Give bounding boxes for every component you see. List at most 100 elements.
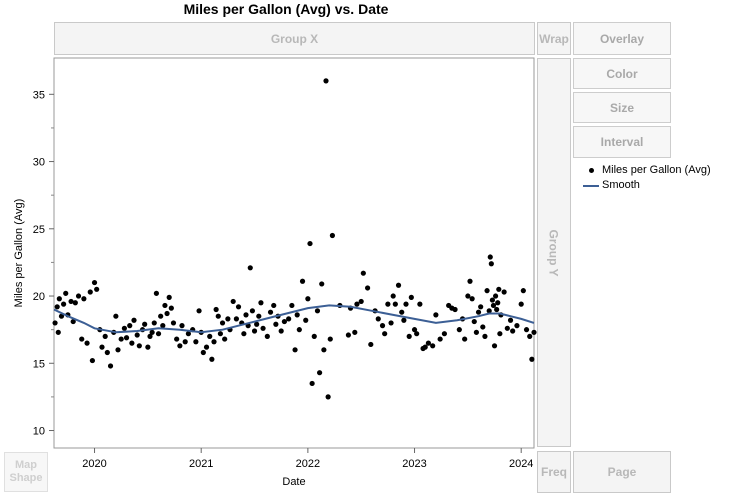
data-point[interactable] [475,309,482,315]
data-point[interactable] [408,294,414,300]
data-point[interactable] [487,254,493,260]
data-point[interactable] [296,327,302,333]
data-point[interactable] [471,318,477,325]
data-point[interactable] [54,304,60,310]
data-point[interactable] [235,304,242,310]
data-point[interactable] [317,370,323,376]
data-point[interactable] [473,329,479,335]
data-point[interactable] [523,327,530,333]
data-point[interactable] [327,336,333,342]
data-point[interactable] [196,308,202,314]
data-point[interactable] [365,285,371,291]
data-point[interactable] [149,329,155,335]
data-point[interactable] [63,290,69,296]
data-point[interactable] [251,328,258,334]
data-point[interactable] [437,336,443,342]
data-point[interactable] [164,310,170,317]
data-point[interactable] [123,335,130,341]
data-point[interactable] [151,320,157,326]
data-point[interactable] [484,288,490,294]
data-point[interactable] [230,298,236,305]
data-point[interactable] [375,316,381,322]
data-point[interactable] [478,304,484,310]
data-point[interactable] [507,317,514,323]
data-point[interactable] [179,323,185,329]
data-point[interactable] [399,309,405,315]
data-point[interactable] [200,349,206,356]
data-point[interactable] [104,349,110,356]
data-point[interactable] [345,332,351,338]
data-point[interactable] [129,340,135,346]
data-point[interactable] [136,343,142,349]
data-point[interactable] [278,328,284,334]
data-point[interactable] [289,302,295,309]
data-point[interactable] [241,331,247,337]
data-point[interactable] [127,323,133,329]
data-point[interactable] [211,339,217,345]
data-point[interactable] [395,282,402,288]
data-point[interactable] [155,331,162,337]
data-point[interactable] [91,279,98,286]
data-point[interactable] [495,300,501,306]
data-point[interactable] [325,394,331,400]
data-point[interactable] [452,306,458,313]
data-point[interactable] [258,300,264,306]
data-point[interactable] [134,332,140,338]
data-point[interactable] [520,288,526,294]
data-point[interactable] [462,336,468,342]
data-point[interactable] [504,325,510,331]
data-point[interactable] [168,305,174,311]
data-point[interactable] [99,344,105,350]
data-point[interactable] [401,317,407,323]
data-point[interactable] [501,289,507,295]
data-point[interactable] [441,331,447,337]
data-point[interactable] [496,286,502,292]
data-point[interactable] [299,278,306,284]
data-point[interactable] [510,328,516,334]
data-point[interactable] [166,294,172,300]
data-point[interactable] [382,331,388,337]
data-point[interactable] [94,286,100,292]
data-point[interactable] [480,324,486,330]
data-point[interactable] [207,333,213,339]
data-point[interactable] [61,301,67,307]
data-point[interactable] [488,261,494,267]
data-point[interactable] [243,312,249,318]
data-point[interactable] [56,296,62,302]
data-point[interactable] [219,320,226,326]
data-point[interactable] [307,240,313,247]
data-point[interactable] [303,317,309,323]
data-point[interactable] [305,296,311,302]
data-point[interactable] [529,356,535,362]
data-point[interactable] [403,301,409,307]
data-point[interactable] [294,312,300,318]
data-point[interactable] [319,281,325,287]
data-point[interactable] [286,316,292,322]
data-point[interactable] [131,317,137,323]
data-point[interactable] [115,347,121,353]
data-point[interactable] [433,312,439,318]
data-point[interactable] [222,336,228,342]
data-point[interactable] [121,325,127,331]
data-point[interactable] [145,344,151,350]
data-point[interactable] [329,232,335,239]
plot-frame[interactable] [53,57,535,449]
data-point[interactable] [292,347,298,353]
data-point[interactable] [107,363,114,369]
data-point[interactable] [162,302,168,309]
data-point[interactable] [193,339,199,345]
data-point[interactable] [153,290,159,296]
data-point[interactable] [273,321,279,327]
data-point[interactable] [422,344,428,350]
data-point[interactable] [271,302,277,309]
data-point[interactable] [79,336,85,342]
data-point[interactable] [321,347,327,353]
data-point[interactable] [81,296,87,302]
data-point[interactable] [494,306,500,313]
data-point[interactable] [249,308,255,314]
data-point[interactable] [142,321,148,327]
data-point[interactable] [87,289,93,295]
data-point[interactable] [213,306,219,313]
data-point[interactable] [430,343,436,349]
data-point[interactable] [72,300,78,306]
